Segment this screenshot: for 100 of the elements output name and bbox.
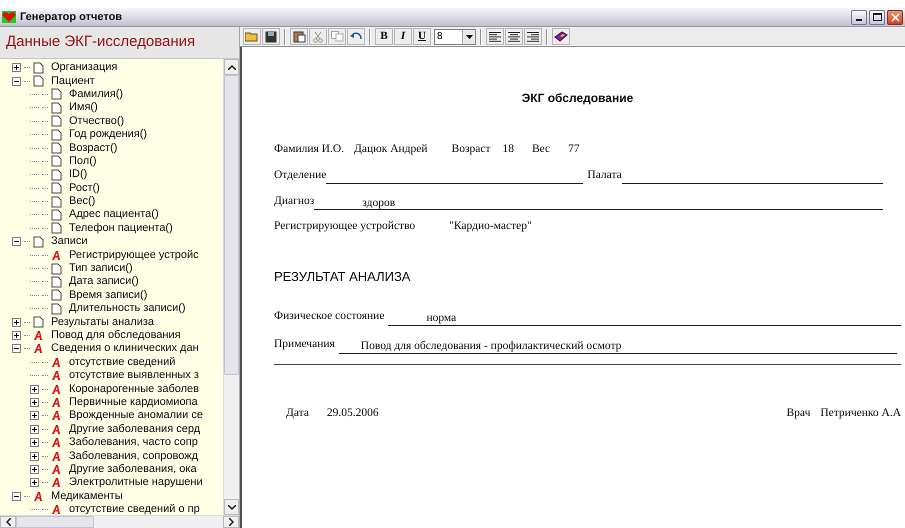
floppy-icon <box>265 30 277 42</box>
field-label: Физическое состояние <box>274 309 384 324</box>
tree-item[interactable]: отсутствие сведений о пр <box>69 504 200 515</box>
page-icon <box>51 196 62 208</box>
expand-toggle[interactable] <box>30 478 39 488</box>
align-left-button[interactable] <box>486 28 504 45</box>
tree-item[interactable]: Время записи() <box>69 290 148 301</box>
tree-item[interactable]: отсутствие сведений <box>69 356 176 368</box>
expand-toggle[interactable] <box>30 424 39 434</box>
expand-toggle[interactable] <box>30 384 39 394</box>
vertical-scrollbar[interactable] <box>223 59 239 515</box>
arrow-up-icon <box>228 64 236 70</box>
undo-button[interactable] <box>347 28 365 45</box>
tree-item[interactable]: Организация <box>51 62 118 74</box>
section-heading: РЕЗУЛЬТАТ АНАЛИЗА <box>274 268 412 286</box>
letter-icon <box>51 477 62 488</box>
paste-button[interactable] <box>290 28 308 45</box>
page-icon <box>51 182 62 194</box>
tree-item[interactable]: Пол() <box>69 156 97 167</box>
font-size-value: 8 <box>436 32 444 42</box>
tree-item[interactable]: Первичные кардиомиопа <box>69 396 198 408</box>
letter-icon <box>51 504 62 515</box>
plus-icon <box>31 439 38 446</box>
align-right-button[interactable] <box>524 28 542 45</box>
expand-toggle[interactable] <box>30 464 39 474</box>
tree-item[interactable]: Дата записи() <box>69 276 139 288</box>
tree-item[interactable]: Коронарогенные заболев <box>69 384 200 395</box>
align-right-icon-icon <box>525 30 541 42</box>
plus-icon <box>31 412 38 420</box>
expand-toggle[interactable] <box>12 331 21 340</box>
maximize-button[interactable] <box>869 10 885 24</box>
collapse-toggle[interactable] <box>12 344 21 354</box>
open-button[interactable] <box>243 28 261 45</box>
tree-item[interactable]: Адрес пациента() <box>69 209 159 220</box>
page-icon <box>33 75 44 88</box>
page-icon <box>51 142 62 154</box>
align-center-button[interactable] <box>505 28 523 45</box>
tree-item[interactable]: Возраст() <box>69 142 118 154</box>
expand-toggle[interactable] <box>30 438 39 448</box>
book-button[interactable] <box>552 28 570 45</box>
tree-item[interactable]: ID() <box>69 169 88 180</box>
letter-icon <box>51 370 62 382</box>
plus-icon <box>31 426 38 433</box>
page-icon <box>51 302 62 315</box>
italic-button[interactable]: I <box>394 28 412 45</box>
tree-item[interactable]: Пациент <box>51 76 95 87</box>
tree-item[interactable]: Заболевания, сопровожд <box>69 450 198 462</box>
tree-item[interactable]: Результаты анализа <box>51 316 154 328</box>
tree-item[interactable]: Вес() <box>69 196 96 208</box>
save-button[interactable] <box>262 28 280 45</box>
tree-item[interactable]: Длительность записи() <box>69 303 186 314</box>
close-button[interactable] <box>887 10 903 24</box>
tree-item[interactable]: Фамилия() <box>69 88 124 100</box>
tree-item[interactable]: Электролитные нарушени <box>69 477 203 488</box>
expand-toggle[interactable] <box>30 452 39 461</box>
field-label: Возраст <box>452 142 490 157</box>
field-label: Регистрирующее устройство <box>274 218 416 234</box>
tree-item[interactable]: Рост() <box>69 182 100 194</box>
tree-item[interactable]: Год рождения() <box>69 129 148 140</box>
tree-item[interactable]: Повод для обследования <box>51 330 181 341</box>
plus-icon <box>31 479 38 486</box>
arrow-right-icon <box>228 518 234 526</box>
tree-item[interactable]: Врожденные аномалии се <box>69 410 203 422</box>
tree-item[interactable]: Тип записи() <box>69 263 133 274</box>
collapse-toggle[interactable] <box>12 492 21 501</box>
expand-toggle[interactable] <box>30 398 39 407</box>
field-label: Вес <box>532 142 550 157</box>
plus-icon <box>13 64 20 72</box>
page-icon <box>33 236 44 248</box>
underline-button[interactable]: U <box>413 28 431 45</box>
collapse-toggle[interactable] <box>12 237 21 246</box>
copy-icon <box>330 31 344 42</box>
field-label: Диагноз <box>274 194 314 209</box>
expand-toggle[interactable] <box>30 411 39 420</box>
plus-icon <box>31 466 38 473</box>
tree-item[interactable]: Медикаменты <box>51 490 123 502</box>
tree-item[interactable]: Телефон пациента() <box>69 222 173 234</box>
collapse-toggle[interactable] <box>12 76 21 86</box>
horizontal-scrollbar[interactable] <box>0 515 239 528</box>
plus-icon <box>31 398 38 406</box>
tree-item[interactable]: Сведения о клинических дан <box>51 343 199 354</box>
expand-toggle[interactable] <box>12 63 21 72</box>
plus-icon <box>31 386 38 393</box>
expand-toggle[interactable] <box>12 318 21 327</box>
tree-item[interactable]: Записи <box>51 236 88 248</box>
bold-button[interactable]: B <box>375 28 393 45</box>
letter-icon <box>51 250 62 261</box>
font-size-dropdown[interactable]: 8 <box>434 28 476 44</box>
tree-item[interactable]: Заболевания, часто сопр <box>69 437 198 448</box>
tree-item[interactable]: отсутствие выявленных з <box>69 370 199 382</box>
minimize-button[interactable] <box>851 10 867 24</box>
tree-item[interactable]: Другие заболевания, ока <box>69 464 197 475</box>
folder-icon <box>245 31 259 42</box>
tree-item[interactable]: Отчество() <box>69 116 124 127</box>
page-icon <box>51 262 62 275</box>
tree-item[interactable]: Другие заболевания серд <box>69 424 200 435</box>
field-value: Петриченко А.А <box>820 406 901 422</box>
tree-item[interactable]: Регистрирующее устройс <box>69 250 199 261</box>
field-value: 77 <box>568 142 580 157</box>
tree-item[interactable]: Имя() <box>69 102 98 114</box>
